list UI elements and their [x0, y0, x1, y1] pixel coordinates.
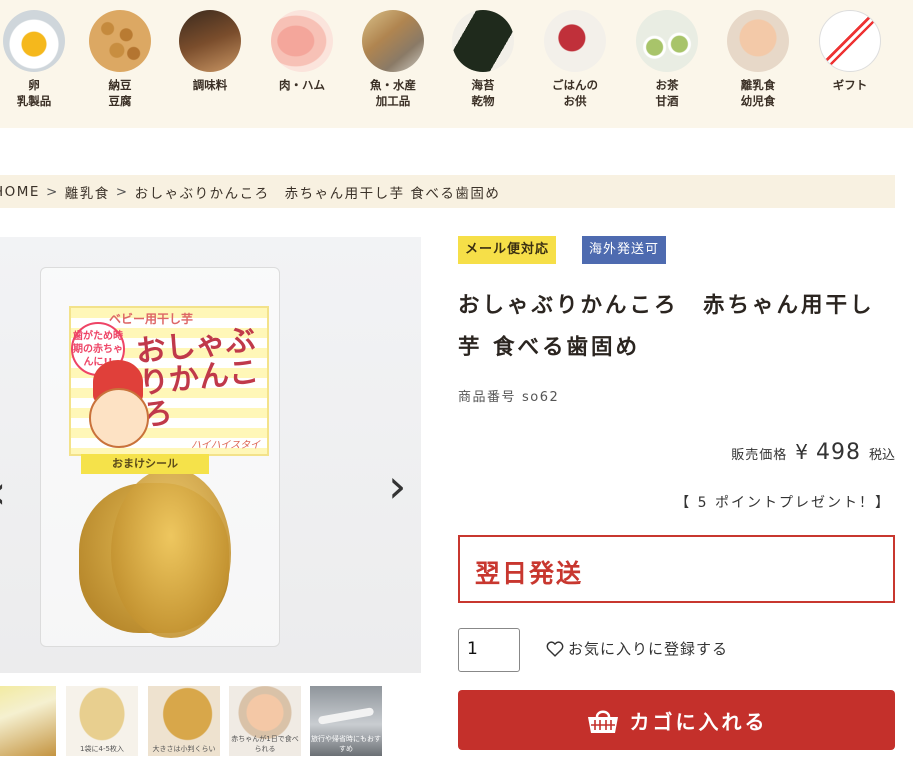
favorite-link[interactable]: お気に入りに登録する [546, 638, 728, 659]
package-small-text: ハイハイスタイ [191, 440, 261, 451]
category-label: 加工品 [375, 94, 411, 108]
category-label: 幼児食 [740, 94, 776, 108]
category-bar: 卵乳製品 納豆豆腐 調味料 肉・ハム 魚・水産加工品 海苔乾物 ごはんのお供 お… [0, 0, 913, 128]
heart-icon [546, 640, 564, 657]
category-label: 豆腐 [108, 94, 132, 108]
airplane-icon [317, 707, 375, 725]
meat-icon [271, 10, 333, 72]
category-label: 離乳食 [740, 78, 776, 92]
international-shipping-tag: 海外発送可 [582, 236, 667, 264]
category-label: 乾物 [471, 94, 495, 108]
category-label: お茶 [655, 78, 679, 92]
product-main-image: ベビー用干し芋 おしゃぶりかんころ ハイハイスタイ 歯がため時期の赤ちゃんに!!… [0, 237, 421, 673]
category-seaweed[interactable]: 海苔 乾物 [443, 10, 523, 109]
thumbnail-slices[interactable]: 1袋に4-5枚入 [66, 686, 138, 756]
product-code: 商品番号 so62 [458, 386, 565, 405]
breadcrumb-category[interactable]: 離乳食 [65, 182, 110, 202]
thumbnail-airplane[interactable]: 旅行や帰省時にもおすすめ [310, 686, 382, 756]
favorite-label: お気に入りに登録する [568, 640, 729, 658]
package-bonus-label: おまけシール [81, 454, 209, 474]
category-label: 海苔 [471, 78, 495, 92]
package-title: おしゃぶりかんころ [134, 322, 261, 434]
product-code-value: so62 [522, 390, 560, 405]
prev-image-arrow-icon[interactable]: ‹ [0, 465, 6, 519]
breadcrumb-separator: > [45, 183, 59, 200]
category-rice-sides[interactable]: ごはんの お供 [535, 10, 615, 109]
thumbnail-caption: 大きさは小判くらい [152, 745, 216, 753]
dried-potato-icon [111, 468, 231, 638]
currency-symbol: ¥ [795, 440, 808, 464]
next-image-arrow-icon[interactable]: › [388, 459, 406, 513]
thumbnail-baby[interactable]: 赤ちゃんが1日で食べられる [229, 686, 301, 756]
category-seasoning[interactable]: 調味料 [170, 10, 250, 93]
add-to-cart-button[interactable]: カゴに入れる [458, 690, 895, 750]
gift-icon [819, 10, 881, 72]
category-meat-ham[interactable]: 肉・ハム [262, 10, 342, 93]
product-code-label: 商品番号 [458, 390, 517, 405]
category-egg-dairy[interactable]: 卵乳製品 [0, 10, 74, 109]
category-label: 卵 [28, 78, 40, 92]
thumbnail-caption: 旅行や帰省時にもおすすめ [311, 735, 381, 753]
package-illustration: ベビー用干し芋 おしゃぶりかんころ ハイハイスタイ 歯がため時期の赤ちゃんに!!… [40, 267, 280, 647]
category-fish[interactable]: 魚・水産 加工品 [353, 10, 433, 109]
category-label: ごはんの [552, 78, 598, 92]
category-label: 魚・水産 [370, 78, 416, 92]
kankoro-character-icon [89, 388, 149, 448]
tax-label: 税込 [868, 448, 895, 463]
category-label: 乳製品 [16, 94, 52, 108]
category-label: 納豆 [108, 78, 132, 92]
breadcrumb-home[interactable]: HOME [0, 184, 40, 200]
thumbnail-caption: 1袋に4-5枚入 [80, 745, 124, 753]
product-title: おしゃぶりかんころ 赤ちゃん用干し芋 食べる歯固め [458, 293, 875, 360]
price-value: 498 [815, 440, 861, 465]
tea-icon [636, 10, 698, 72]
category-label: 肉・ハム [279, 78, 325, 92]
package-top-text: ベビー用干し芋 [109, 312, 194, 326]
package-label: ベビー用干し芋 おしゃぶりかんころ ハイハイスタイ 歯がため時期の赤ちゃんに!! [69, 306, 269, 456]
thumbnail-caption: 赤ちゃんが1日で食べられる [231, 735, 299, 753]
category-label: 調味料 [192, 78, 228, 92]
thumbnail-closeup[interactable]: 大きさは小判くらい [148, 686, 220, 756]
shipping-text: 翌日発送 [475, 559, 584, 588]
breadcrumb-separator: > [115, 183, 129, 200]
umeboshi-icon [544, 10, 606, 72]
category-baby-food[interactable]: 離乳食 幼児食 [718, 10, 798, 109]
category-label: お供 [563, 94, 587, 108]
mail-delivery-tag: メール便対応 [458, 236, 557, 264]
soybean-icon [89, 10, 151, 72]
price-label: 販売価格 [731, 448, 788, 463]
egg-rice-icon [3, 10, 65, 72]
category-label: 甘酒 [655, 94, 679, 108]
category-tea[interactable]: お茶 甘酒 [627, 10, 707, 109]
category-label: ギフト [832, 78, 868, 92]
points-text: 【 5 ポイントプレゼント！】 [675, 495, 891, 511]
thumbnail-package[interactable] [0, 686, 56, 756]
quantity-input[interactable]: 1 [458, 628, 520, 672]
baby-food-icon [727, 10, 789, 72]
breadcrumb: HOME > 離乳食 > おしゃぶりかんころ 赤ちゃん用干し芋 食べる歯固め [0, 175, 895, 208]
seasoning-icon [179, 10, 241, 72]
add-to-cart-label: カゴに入れる [629, 709, 768, 734]
basket-icon [587, 710, 618, 733]
category-gift[interactable]: ギフト [810, 10, 890, 93]
category-natto-tofu[interactable]: 納豆 豆腐 [80, 10, 160, 109]
breadcrumb-current: おしゃぶりかんころ 赤ちゃん用干し芋 食べる歯固め [134, 185, 501, 202]
seaweed-icon [452, 10, 514, 72]
shipping-box: 翌日発送 [458, 535, 895, 603]
price-row: 販売価格 ¥ 498 税込 [731, 440, 895, 465]
fish-icon [362, 10, 424, 72]
